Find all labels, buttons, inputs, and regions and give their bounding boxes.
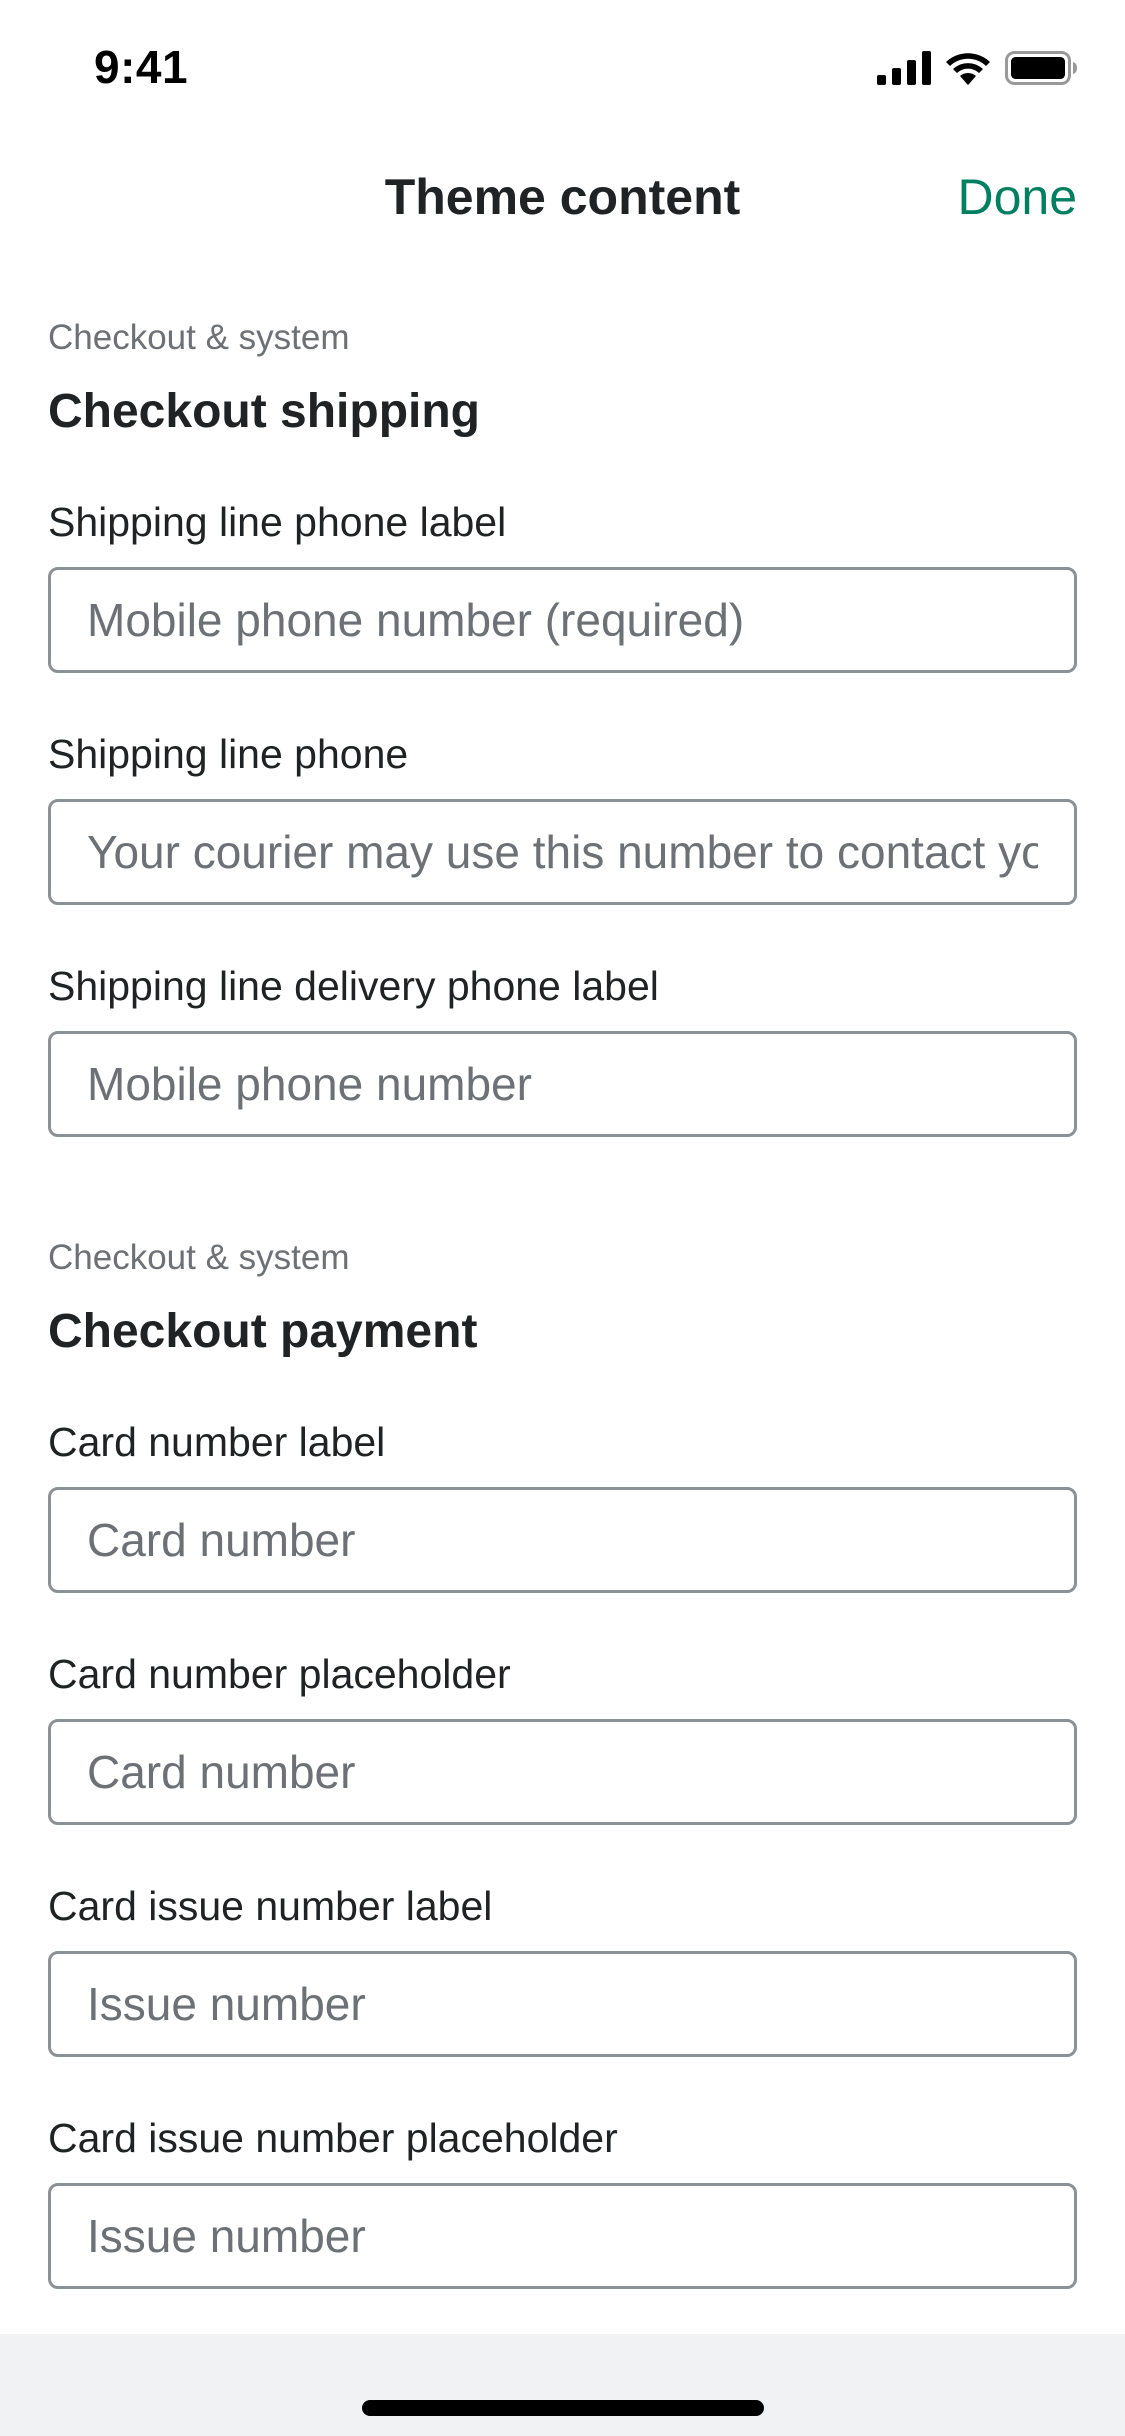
field-card-issue-number-placeholder: Card issue number placeholder: [48, 2113, 1077, 2289]
field-shipping-line-phone: Shipping line phone: [48, 729, 1077, 905]
field-card-number-label: Card number label: [48, 1417, 1077, 1593]
theme-content-form: Checkout & system Checkout shipping Ship…: [48, 315, 1077, 2289]
field-shipping-line-delivery-phone-label: Shipping line delivery phone label: [48, 961, 1077, 1137]
shipping-line-phone-label-input[interactable]: [48, 567, 1077, 673]
home-indicator[interactable]: [362, 2400, 764, 2416]
section-caption: Checkout & system: [48, 1238, 350, 1277]
section-checkout-payment: Checkout & system Checkout payment Card …: [48, 1235, 1077, 2289]
navigation-bar: Theme content Done: [0, 150, 1125, 250]
field-label: Shipping line phone: [48, 731, 409, 777]
card-issue-number-label-input[interactable]: [48, 1951, 1077, 2057]
done-button[interactable]: Done: [957, 168, 1077, 226]
field-label: Shipping line delivery phone label: [48, 963, 659, 1009]
home-indicator-area: [0, 2334, 1125, 2436]
section-caption: Checkout & system: [48, 318, 350, 357]
field-label: Card number placeholder: [48, 1651, 511, 1697]
field-shipping-line-phone-label: Shipping line phone label: [48, 497, 1077, 673]
shipping-line-phone-input[interactable]: [48, 799, 1077, 905]
battery-icon: [1005, 51, 1077, 85]
cellular-signal-icon: [877, 51, 931, 85]
field-card-number-placeholder: Card number placeholder: [48, 1649, 1077, 1825]
status-bar: 9:41: [0, 0, 1125, 132]
field-label: Shipping line phone label: [48, 499, 507, 545]
field-label: Card number label: [48, 1419, 386, 1465]
card-number-label-input[interactable]: [48, 1487, 1077, 1593]
status-time: 9:41: [94, 41, 189, 93]
section-title: Checkout shipping: [48, 385, 480, 438]
field-card-issue-number-label: Card issue number label: [48, 1881, 1077, 2057]
shipping-line-delivery-phone-label-input[interactable]: [48, 1031, 1077, 1137]
card-issue-number-placeholder-input[interactable]: [48, 2183, 1077, 2289]
section-title: Checkout payment: [48, 1305, 478, 1358]
page-title: Theme content: [384, 169, 741, 225]
field-label: Card issue number label: [48, 1883, 493, 1929]
wifi-icon: [945, 51, 991, 85]
section-checkout-shipping: Checkout & system Checkout shipping Ship…: [48, 315, 1077, 1137]
status-icons: [877, 48, 1077, 88]
field-label: Card issue number placeholder: [48, 2115, 618, 2161]
card-number-placeholder-input[interactable]: [48, 1719, 1077, 1825]
